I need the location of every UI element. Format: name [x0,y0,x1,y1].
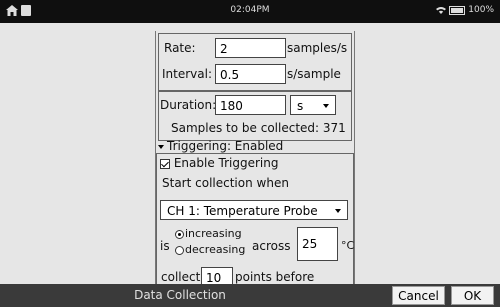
duration-unit-dropdown[interactable]: s [290,95,336,115]
rate-input[interactable]: 2 [215,38,286,58]
dialog-title: Data Collection [134,288,226,302]
samples-to-collect: Samples to be collected: 371 [171,121,346,135]
duration-unit-value: s [297,99,304,113]
enable-triggering-label: Enable Triggering [173,156,279,170]
status-bar: 02:04PM 100% [0,0,500,23]
radio-selected-icon [175,229,184,239]
status-time: 02:04PM [230,5,270,15]
trigger-sensor-value: CH 1: Temperature Probe [167,204,318,218]
across-label: across [252,239,291,253]
status-indicators: 100% [436,5,494,15]
cancel-button[interactable]: Cancel [392,286,445,305]
start-collection-label: Start collection when [162,176,289,190]
disclosure-triangle-icon [158,144,164,149]
data-collection-panel: Rate: 2 samples/s Interval: 0.5 s/sample… [155,31,355,298]
interval-label: Interval: [162,67,212,81]
duration-label: Duration: [160,98,217,112]
interval-unit: s/sample [287,67,341,81]
triggering-section-label: Triggering: Enabled [167,139,284,153]
interval-input[interactable]: 0.5 [215,64,286,84]
threshold-unit: °C [341,239,355,252]
decreasing-radio[interactable]: decreasing [175,243,245,256]
checkbox-checked-icon [160,158,170,169]
ok-button[interactable]: OK [451,286,494,305]
bottom-bar: Data Collection Cancel OK [0,284,500,307]
is-label: is [160,239,170,253]
duration-input[interactable]: 180 [215,95,286,115]
threshold-input[interactable]: 25 [297,227,338,261]
trigger-sensor-dropdown[interactable]: CH 1: Temperature Probe [160,200,348,220]
chevron-down-icon [323,104,329,108]
rate-label: Rate: [164,41,196,55]
battery-icon [449,5,466,15]
increasing-label: increasing [185,227,242,240]
chevron-down-icon [335,209,341,213]
wifi-icon [436,7,447,14]
radio-unselected-icon [175,245,184,255]
increasing-radio[interactable]: increasing [175,227,242,240]
triggering-section-toggle[interactable]: Triggering: Enabled [158,139,283,153]
collect-label: collect [161,270,201,284]
battery-percent: 100% [468,5,494,15]
rate-unit: samples/s [287,41,348,55]
enable-triggering-checkbox[interactable]: Enable Triggering [160,156,278,170]
content-area: Rate: 2 samples/s Interval: 0.5 s/sample… [0,23,500,298]
decreasing-label: decreasing [185,243,246,256]
